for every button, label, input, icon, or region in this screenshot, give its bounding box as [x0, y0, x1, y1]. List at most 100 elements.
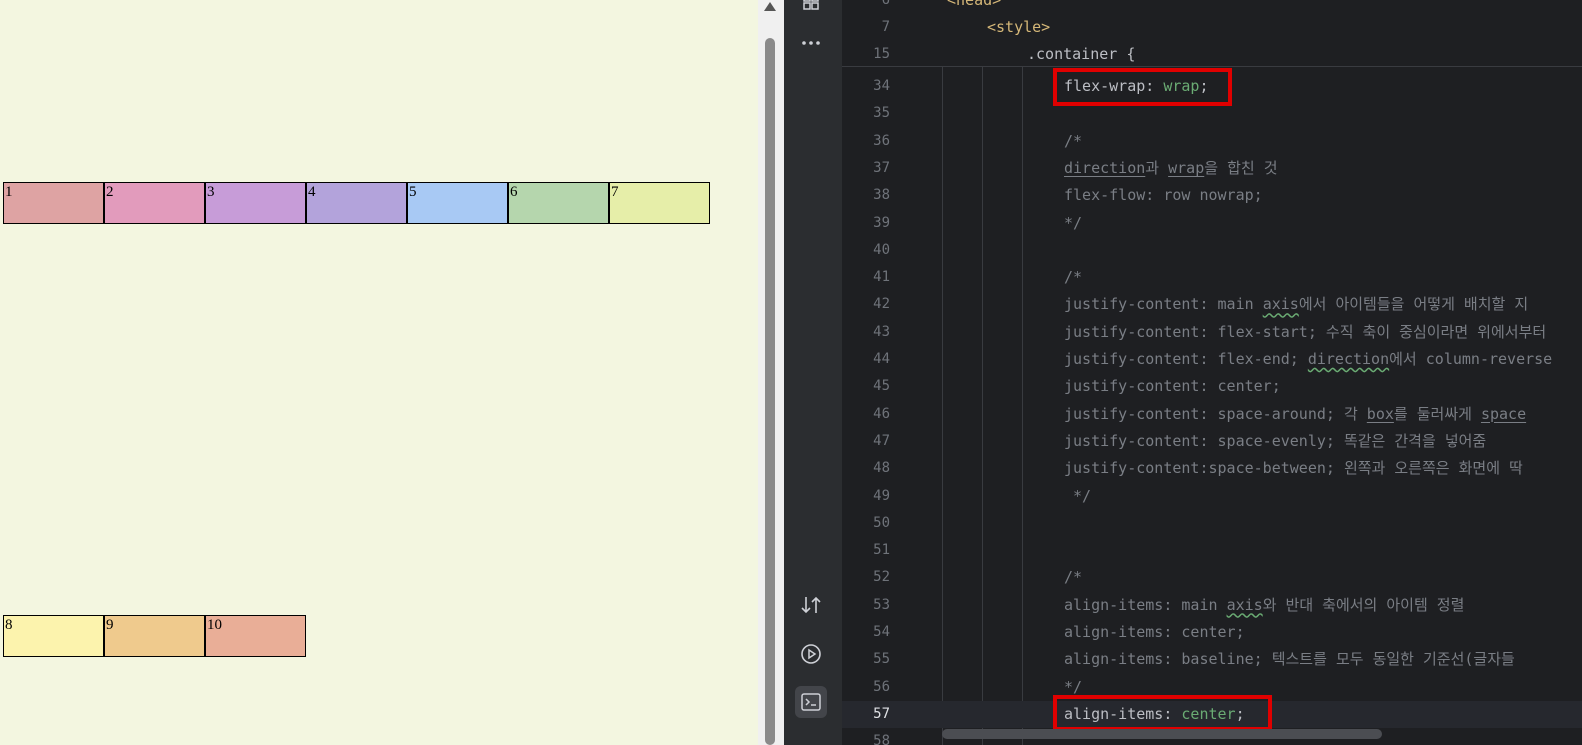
- code-line[interactable]: 54 align-items: center;: [842, 619, 1582, 646]
- flex-item-box: 2: [104, 182, 205, 224]
- code-line[interactable]: 53 align-items: main axis와 반대 축에서의 아이템 정렬: [842, 592, 1582, 619]
- more-icon[interactable]: [795, 27, 827, 59]
- code-token: wrap: [1168, 158, 1205, 177]
- code-text: flex-flow: row nowrap;: [1064, 182, 1263, 209]
- code-token: justify-content: flex-end;: [1064, 350, 1308, 368]
- flex-item-box: 6: [508, 182, 609, 224]
- code-token: 와 반대 축에서의 아이템 정렬: [1262, 595, 1465, 614]
- code-line[interactable]: 39 */: [842, 210, 1582, 237]
- code-token: direction: [1064, 158, 1146, 177]
- scroll-thumb[interactable]: [765, 38, 775, 745]
- code-token: justify-content:space-between; 왼쪽과 오른쪽은 …: [1064, 459, 1523, 478]
- code-text: */: [1064, 483, 1091, 510]
- flex-item-box: 1: [3, 182, 104, 224]
- code-token: axis: [1262, 295, 1299, 314]
- code-line[interactable]: 48 justify-content:space-between; 왼쪽과 오른쪽…: [842, 455, 1582, 482]
- flex-item-box: 9: [104, 615, 205, 657]
- code-token: box: [1366, 404, 1394, 423]
- code-token: /*: [1064, 568, 1083, 587]
- code-text: justify-content: flex-end; direction에서 c…: [1064, 346, 1552, 373]
- sticky-line[interactable]: 7 <style>: [842, 14, 1582, 41]
- horizontal-scrollbar[interactable]: [942, 729, 1382, 739]
- line-number: 36: [873, 132, 890, 149]
- line-number: 57: [873, 705, 890, 722]
- code-editor[interactable]: 34 flex-wrap: wrap; 35 36/* 37 direction과 wra…: [842, 0, 1582, 745]
- code-text: justify-content: space-evenly; 똑같은 간격을 넣…: [1064, 428, 1486, 455]
- code-text: justify-content:space-between; 왼쪽과 오른쪽은 …: [1064, 455, 1523, 482]
- line-number: 41: [873, 269, 890, 286]
- code-token: justify-content: flex-start; 수직 축이 중심이라면…: [1064, 322, 1547, 341]
- run-icon[interactable]: [795, 638, 827, 670]
- code-line[interactable]: 44 justify-content: flex-end; direction에서…: [842, 346, 1582, 373]
- code-line[interactable]: 52 /*: [842, 564, 1582, 591]
- code-line[interactable]: 55 align-items: baseline; 텍스트를 모두 동일한 기준선…: [842, 646, 1582, 673]
- code-text: <style>: [987, 18, 1051, 36]
- line-number: 55: [873, 651, 890, 668]
- code-line[interactable]: 45 justify-content: center;: [842, 373, 1582, 400]
- line-number: 51: [873, 542, 890, 559]
- line-number: 15: [873, 46, 890, 62]
- code-text: */: [1064, 210, 1082, 237]
- preview-scrollbar[interactable]: [758, 0, 784, 745]
- code-token: 를 둘러싸게: [1393, 404, 1481, 423]
- flex-item-box: 3: [205, 182, 306, 224]
- code-token: 에서 column-reverse: [1389, 350, 1553, 368]
- line-number: 38: [873, 187, 890, 204]
- code-text: align-items: main axis와 반대 축에서의 아이템 정렬: [1064, 592, 1464, 619]
- code-text: direction과 wrap을 합친 것: [1064, 155, 1278, 182]
- code-line[interactable]: 42 justify-content: main axis에서 아이템들을 어떻게…: [842, 291, 1582, 318]
- sticky-line[interactable]: 6 <head>: [842, 0, 1582, 14]
- code-text: /*: [1064, 564, 1082, 591]
- code-token: /*: [1064, 131, 1083, 150]
- code-text: /*: [1064, 128, 1082, 155]
- code-token: 에서 아이템들을 어떻게 배치할 지: [1298, 295, 1529, 314]
- code-text: /*: [1064, 264, 1082, 291]
- code-token: */: [1064, 213, 1083, 232]
- flex-item-box: 5: [407, 182, 508, 224]
- line-number: 6: [881, 0, 890, 8]
- code-token: /*: [1064, 268, 1083, 287]
- flex-item-box: 7: [609, 182, 710, 224]
- terminal-icon[interactable]: [795, 686, 827, 718]
- code-line[interactable]: 51: [842, 537, 1582, 564]
- code-token: 을 합친 것: [1204, 158, 1278, 177]
- code-token: justify-content: space-evenly; 똑같은 간격을 넣…: [1064, 431, 1487, 450]
- layout-icon[interactable]: [795, 0, 827, 18]
- scroll-up-arrow-icon[interactable]: [764, 2, 776, 11]
- code-line[interactable]: 46 justify-content: space-around; 각 box를 …: [842, 401, 1582, 428]
- line-number: 50: [873, 514, 890, 531]
- sort-icon[interactable]: [795, 589, 827, 621]
- line-number: 52: [873, 569, 890, 586]
- code-line[interactable]: 43 justify-content: flex-start; 수직 축이 중심이…: [842, 319, 1582, 346]
- code-text: align-items: center;: [1064, 619, 1245, 646]
- line-number: 48: [873, 460, 890, 477]
- code-token: axis: [1226, 595, 1263, 614]
- line-number: 43: [873, 323, 890, 340]
- flex-item-box: 10: [205, 615, 306, 657]
- code-line[interactable]: 36 /*: [842, 128, 1582, 155]
- code-token: align-items: baseline; 텍스트를 모두 동일한 기준선(글…: [1064, 650, 1515, 669]
- code-line[interactable]: 40: [842, 237, 1582, 264]
- code-text: .container {: [1027, 45, 1136, 63]
- sticky-scroll-header: 6 <head> 7 <style> 15 .container {: [842, 0, 1582, 67]
- flex-item-box: 8: [3, 615, 104, 657]
- line-number: 7: [881, 19, 890, 35]
- code-line[interactable]: 41 /*: [842, 264, 1582, 291]
- sticky-line[interactable]: 15 .container {: [842, 41, 1582, 68]
- line-number: 37: [873, 159, 890, 176]
- line-number: 34: [873, 78, 890, 94]
- line-number: 44: [873, 351, 890, 367]
- ide-tool-strip: [784, 0, 843, 745]
- code-line[interactable]: 37 direction과 wrap을 합친 것: [842, 155, 1582, 182]
- code-line[interactable]: 50: [842, 510, 1582, 537]
- line-number: 46: [873, 405, 890, 422]
- code-text: justify-content: center;: [1064, 373, 1281, 400]
- line-number: 54: [873, 624, 890, 640]
- code-text: justify-content: space-around; 각 box를 둘러…: [1064, 401, 1526, 428]
- code-token: justify-content: center;: [1064, 377, 1281, 396]
- code-line[interactable]: 38 flex-flow: row nowrap;: [842, 182, 1582, 209]
- line-number: 58: [873, 733, 890, 745]
- code-line[interactable]: 47 justify-content: space-evenly; 똑같은 간격을…: [842, 428, 1582, 455]
- code-token: flex-flow: row nowrap;: [1064, 186, 1263, 205]
- code-line[interactable]: 49 */: [842, 483, 1582, 510]
